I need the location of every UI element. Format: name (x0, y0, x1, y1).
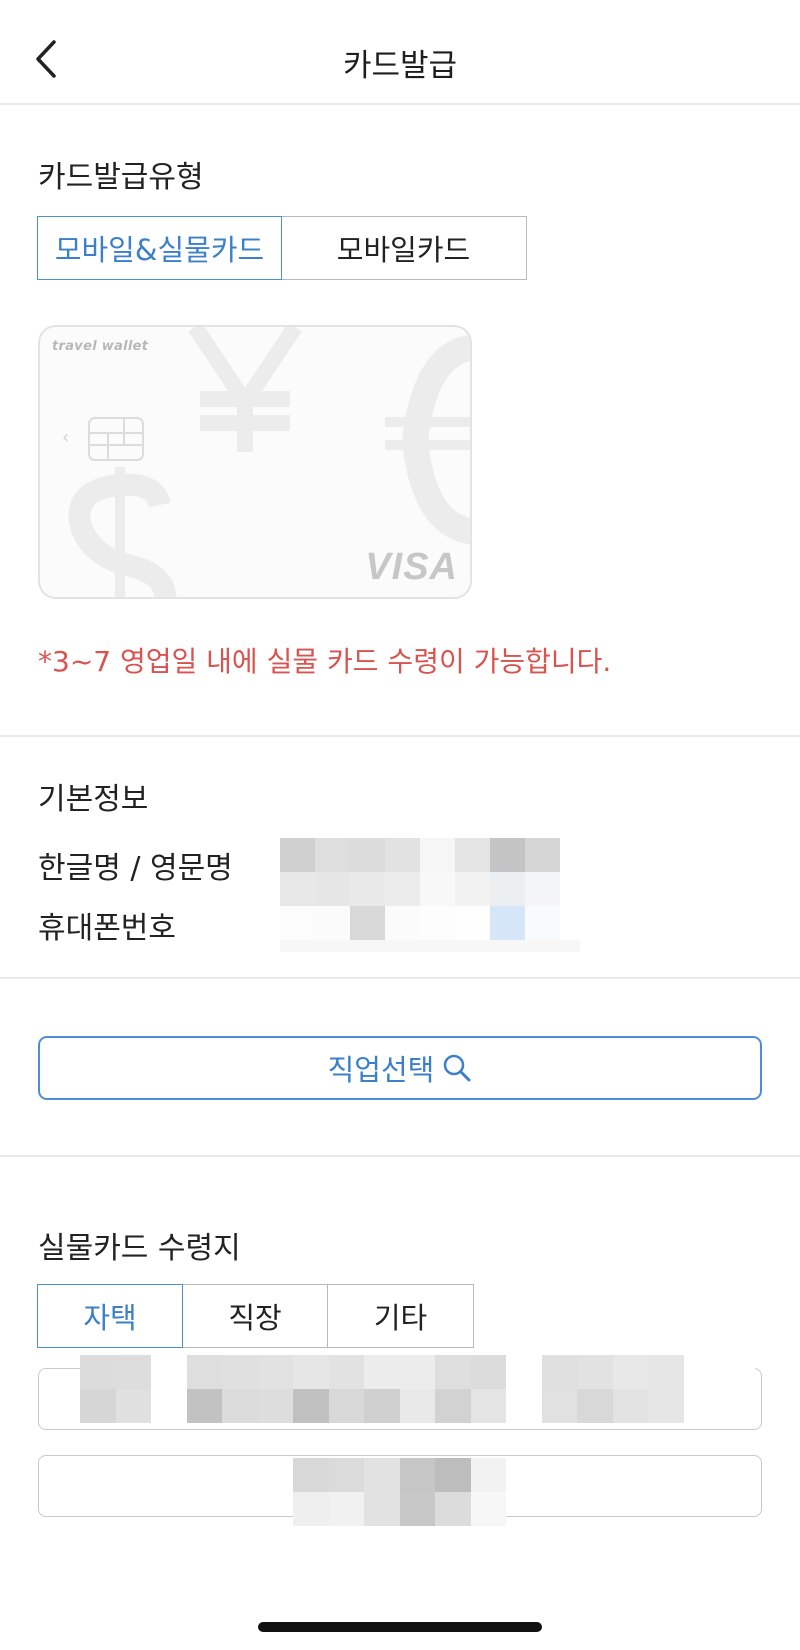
basic-info-label: 기본정보 (38, 782, 149, 817)
page-title: 카드발급 (342, 48, 458, 84)
delivery-option-other[interactable]: 기타 (327, 1284, 474, 1348)
app-header: 카드발급 (0, 0, 800, 105)
issue-type-option-mobile-physical[interactable]: 모바일&실물카드 (37, 216, 282, 280)
visa-logo: VISA (365, 546, 458, 588)
chip-icon (88, 417, 144, 461)
home-indicator (258, 1622, 542, 1632)
address-value-redacted (80, 1355, 755, 1423)
chevron-left-icon: ‹ (62, 427, 70, 448)
phone-label: 휴대폰번호 (38, 911, 176, 946)
delivery-option-home[interactable]: 자택 (37, 1284, 183, 1348)
issue-type-option-mobile[interactable]: 모바일카드 (280, 216, 527, 280)
delivery-location-selector: 자택 직장 기타 (37, 1284, 474, 1348)
delivery-location-label: 실물카드 수령지 (38, 1231, 241, 1266)
job-select-label: 직업선택 (327, 1053, 435, 1087)
section-divider (0, 735, 800, 737)
issue-type-selector: 모바일&실물카드 모바일카드 (37, 216, 527, 280)
name-label: 한글명 / 영문명 (38, 851, 233, 886)
section-divider (0, 977, 800, 979)
search-icon (442, 1053, 472, 1083)
delivery-option-work[interactable]: 직장 (181, 1284, 329, 1348)
job-select-button[interactable]: 직업선택 (38, 1036, 762, 1100)
section-divider (0, 1155, 800, 1157)
delivery-notice: *3~7 영업일 내에 실물 카드 수령이 가능합니다. (38, 645, 612, 678)
card-brand-logo: travel wallet (52, 339, 149, 354)
card-preview-image: travel wallet ‹ VISA (38, 325, 472, 599)
issue-type-label: 카드발급유형 (38, 160, 204, 195)
phone-value-redacted-strip (280, 940, 580, 952)
phone-value-redacted (280, 906, 595, 940)
name-value-redacted (280, 838, 560, 906)
address-detail-value-redacted (293, 1458, 506, 1526)
